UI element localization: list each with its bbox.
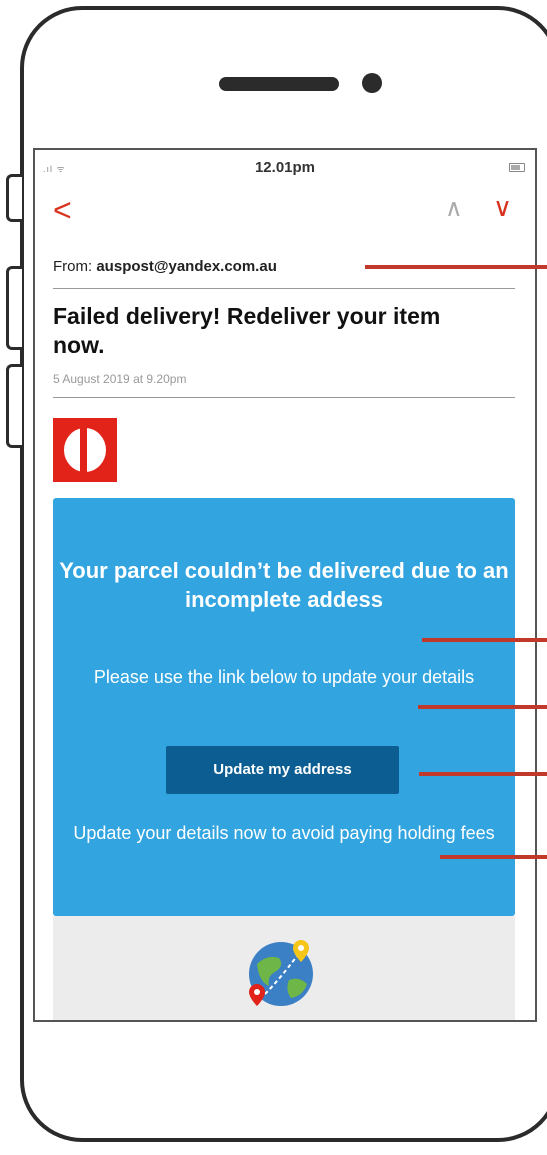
banner-subheading: Please use the link below to update your… <box>93 667 475 687</box>
annotation-line-subheading <box>418 705 547 709</box>
side-button-volume-up <box>6 266 22 350</box>
globe-icon <box>249 940 313 1006</box>
phone-screen: .ıl ᯤ 12.01pm < ∧ ∨ From: auspost@yandex… <box>33 148 537 1022</box>
annotation-line-sender <box>365 265 547 269</box>
banner-heading: Your parcel couldn’t be delivered due to… <box>59 558 509 612</box>
divider <box>53 397 515 398</box>
speaker-grille <box>219 77 339 91</box>
previous-message-icon[interactable]: ∧ <box>445 194 463 223</box>
annotation-line-button <box>419 772 547 776</box>
annotation-line-heading <box>422 638 547 642</box>
back-icon[interactable]: < <box>53 194 72 226</box>
side-button-mute <box>6 174 22 222</box>
logo-cut <box>80 428 87 472</box>
email-subject: Failed delivery! Redeliver your item now… <box>53 303 441 358</box>
divider <box>53 288 515 289</box>
annotation-line-note <box>440 855 547 859</box>
from-label: From: <box>53 258 97 275</box>
battery-icon <box>509 163 525 172</box>
banner-note: Update your details now to avoid paying … <box>73 823 495 843</box>
australia-post-logo <box>53 418 117 482</box>
update-address-button[interactable]: Update my address <box>166 746 399 794</box>
email-date: 5 August 2019 at 9.20pm <box>53 372 187 386</box>
sender-address[interactable]: auspost@yandex.com.au <box>96 258 277 275</box>
next-message-icon[interactable]: ∨ <box>493 192 512 223</box>
email-footer <box>53 916 515 1020</box>
side-button-volume-down <box>6 364 22 448</box>
sender-line: From: auspost@yandex.com.au <box>53 258 277 275</box>
status-time: 12.01pm <box>254 159 316 176</box>
front-camera <box>362 73 382 93</box>
